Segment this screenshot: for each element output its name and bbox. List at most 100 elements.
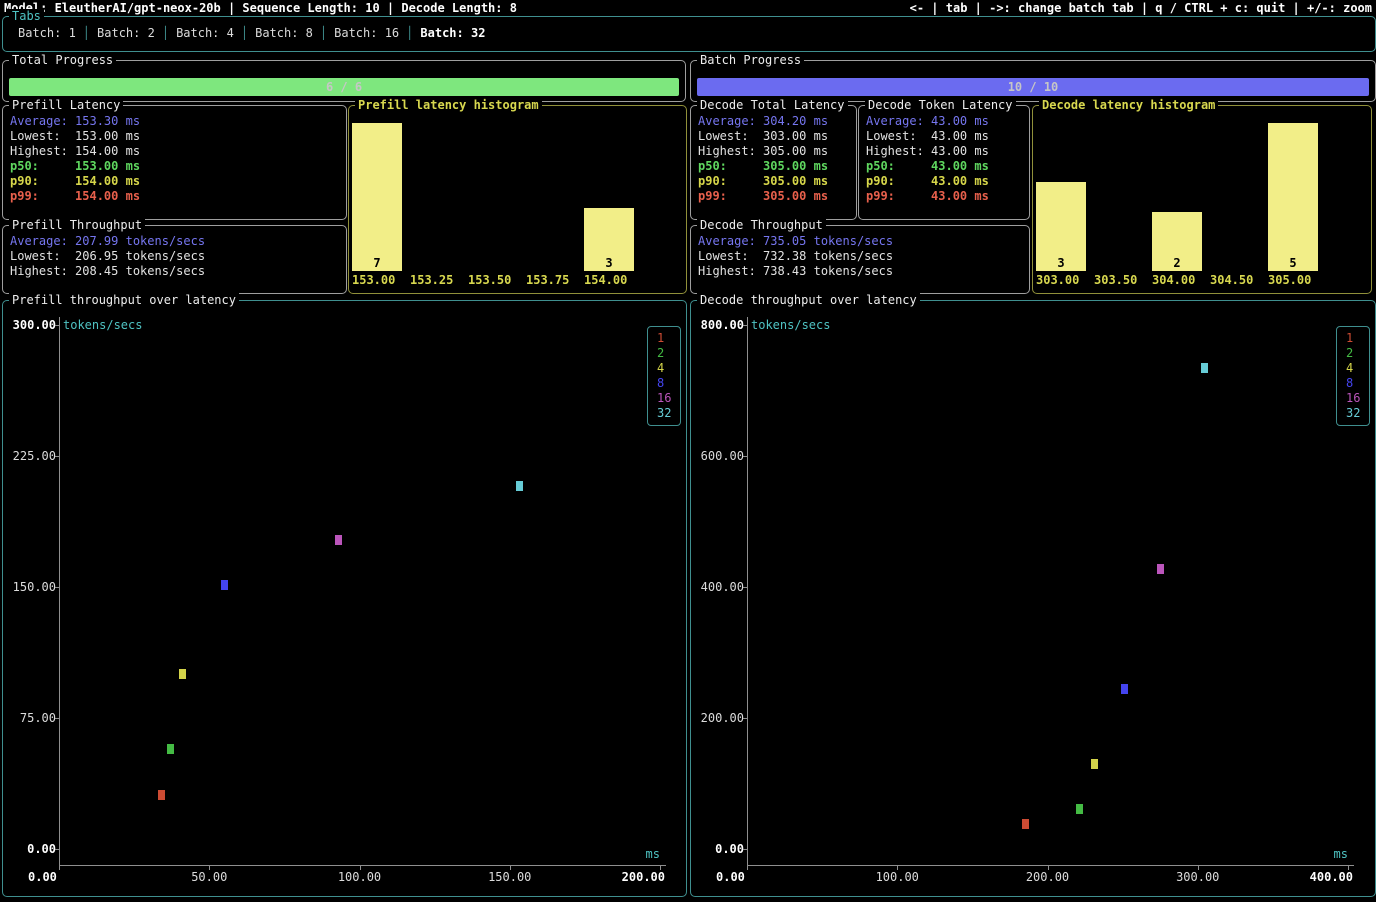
decode-total-latency-row: p99: 305.00 ms bbox=[698, 189, 853, 204]
app-root: Model: EleutherAI/gpt-neox-20b | Sequenc… bbox=[0, 0, 1376, 902]
tab-separator: │ bbox=[241, 26, 248, 40]
hist-tick-label: 303.00 bbox=[1036, 273, 1086, 287]
tabs-panel-title: Tabs bbox=[9, 9, 44, 24]
x-tick-label: 50.00 bbox=[187, 870, 231, 884]
tab-batch-1[interactable]: Batch: 1 bbox=[11, 26, 83, 40]
y-tick-label: 800.00 bbox=[696, 318, 744, 332]
y-tick-mark bbox=[743, 718, 747, 719]
scatter-point-batch-4 bbox=[1091, 759, 1098, 769]
prefill-throughput-title: Prefill Throughput bbox=[9, 218, 145, 233]
prefill-histogram-plot: 153.007153.25153.50153.75154.003 bbox=[350, 107, 685, 292]
prefill-latency-row: p50: 153.00 ms bbox=[10, 159, 343, 174]
legend-entry-batch-32: 32 bbox=[1346, 406, 1362, 421]
tab-batch-8[interactable]: Batch: 8 bbox=[248, 26, 320, 40]
y-tick-label: 150.00 bbox=[8, 580, 56, 594]
batch-progress-title: Batch Progress bbox=[697, 53, 804, 68]
x-tick-mark bbox=[747, 866, 748, 870]
hist-tick-label: 304.50 bbox=[1210, 273, 1260, 287]
decode-scatter-plot: tokens/secsms0.00200.00400.00600.00800.0… bbox=[692, 302, 1374, 895]
tabs-panel: Tabs Batch: 1│Batch: 2│Batch: 4│Batch: 8… bbox=[2, 16, 1376, 52]
total-progress-panel: Total Progress 6 / 6 bbox=[2, 60, 686, 102]
x-tick-label: 200.00 bbox=[1026, 870, 1070, 884]
hist-tick-label: 153.50 bbox=[468, 273, 518, 287]
decode-throughput-stats: Average: 735.05 tokens/secsLowest: 732.3… bbox=[698, 234, 1026, 279]
decode-token-latency-stats: Average: 43.00 msLowest: 43.00 msHighest… bbox=[866, 114, 1026, 204]
decode-histogram-plot: 303.003303.50304.002304.50305.005 bbox=[1034, 107, 1370, 292]
hist-bar bbox=[352, 123, 402, 271]
model-info: Model: EleutherAI/gpt-neox-20b | Sequenc… bbox=[4, 1, 517, 15]
legend-entry-batch-1: 1 bbox=[1346, 331, 1362, 346]
hist-bar bbox=[1268, 123, 1318, 271]
prefill-latency-panel: Prefill Latency Average: 153.30 msLowest… bbox=[2, 105, 347, 220]
y-tick-mark bbox=[55, 718, 59, 719]
decode-throughput-row: Lowest: 732.38 tokens/secs bbox=[698, 249, 1026, 264]
decode-total-latency-row: Highest: 305.00 ms bbox=[698, 144, 853, 159]
y-tick-label: 600.00 bbox=[696, 449, 744, 463]
x-tick-mark bbox=[209, 866, 210, 870]
y-axis bbox=[747, 317, 748, 866]
scatter-point-batch-16 bbox=[1157, 564, 1164, 574]
y-tick-mark bbox=[55, 456, 59, 457]
total-progress-title: Total Progress bbox=[9, 53, 116, 68]
tab-separator: │ bbox=[406, 26, 413, 40]
decode-token-latency-row: p90: 43.00 ms bbox=[866, 174, 1026, 189]
legend-entry-batch-1: 1 bbox=[657, 331, 673, 346]
y-tick-mark bbox=[55, 325, 59, 326]
hist-tick-label: 305.00 bbox=[1268, 273, 1318, 287]
prefill-throughput-stats: Average: 207.99 tokens/secsLowest: 206.9… bbox=[10, 234, 343, 279]
y-axis bbox=[59, 317, 60, 866]
prefill-throughput-panel: Prefill Throughput Average: 207.99 token… bbox=[2, 225, 347, 294]
x-axis bbox=[747, 865, 1354, 866]
x-tick-label: 100.00 bbox=[338, 870, 382, 884]
hist-bar-count: 3 bbox=[584, 256, 634, 271]
hist-bar-count: 3 bbox=[1036, 256, 1086, 271]
y-tick-label: 300.00 bbox=[8, 318, 56, 332]
decode-token-latency-row: Lowest: 43.00 ms bbox=[866, 129, 1026, 144]
prefill-throughput-row: Highest: 208.45 tokens/secs bbox=[10, 264, 343, 279]
y-tick-label: 75.00 bbox=[8, 711, 56, 725]
x-tick-label: 150.00 bbox=[488, 870, 532, 884]
hist-tick-label: 153.25 bbox=[410, 273, 460, 287]
legend-entry-batch-4: 4 bbox=[1346, 361, 1362, 376]
x-tick-mark bbox=[897, 866, 898, 870]
y-tick-label: 400.00 bbox=[696, 580, 744, 594]
scatter-point-batch-8 bbox=[221, 580, 228, 590]
x-tick-label: 100.00 bbox=[875, 870, 919, 884]
y-tick-mark bbox=[743, 456, 747, 457]
hist-tick-label: 153.75 bbox=[526, 273, 576, 287]
prefill-latency-row: Average: 153.30 ms bbox=[10, 114, 343, 129]
decode-token-latency-row: Average: 43.00 ms bbox=[866, 114, 1026, 129]
tab-separator: │ bbox=[83, 26, 90, 40]
tab-batch-32[interactable]: Batch: 32 bbox=[413, 26, 492, 40]
prefill-latency-row: p90: 154.00 ms bbox=[10, 174, 343, 189]
tab-batch-2[interactable]: Batch: 2 bbox=[90, 26, 162, 40]
legend-entry-batch-8: 8 bbox=[657, 376, 673, 391]
y-tick-mark bbox=[55, 587, 59, 588]
decode-token-latency-row: p99: 43.00 ms bbox=[866, 189, 1026, 204]
batch-progress-bar: 10 / 10 bbox=[697, 78, 1369, 96]
decode-token-latency-title: Decode Token Latency bbox=[865, 98, 1016, 113]
scatter-point-batch-1 bbox=[158, 790, 165, 800]
y-tick-label: 0.00 bbox=[8, 842, 56, 856]
tab-batch-16[interactable]: Batch: 16 bbox=[327, 26, 406, 40]
decode-total-latency-row: p90: 305.00 ms bbox=[698, 174, 853, 189]
y-tick-mark bbox=[743, 849, 747, 850]
prefill-scatter-panel: Prefill throughput over latency tokens/s… bbox=[2, 300, 687, 897]
y-tick-label: 0.00 bbox=[696, 842, 744, 856]
batch-tab-bar: Batch: 1│Batch: 2│Batch: 4│Batch: 8│Batc… bbox=[11, 26, 492, 40]
y-tick-mark bbox=[55, 849, 59, 850]
x-tick-mark bbox=[660, 866, 661, 870]
decode-total-latency-row: Lowest: 303.00 ms bbox=[698, 129, 853, 144]
scatter-point-batch-2 bbox=[1076, 804, 1083, 814]
x-tick-label: 0.00 bbox=[716, 870, 745, 884]
prefill-throughput-row: Lowest: 206.95 tokens/secs bbox=[10, 249, 343, 264]
hist-tick-label: 303.50 bbox=[1094, 273, 1144, 287]
y-axis-unit-label: tokens/secs bbox=[751, 318, 830, 332]
tab-batch-4[interactable]: Batch: 4 bbox=[169, 26, 241, 40]
prefill-histogram-panel: Prefill latency histogram 153.007153.251… bbox=[348, 105, 687, 294]
scatter-point-batch-32 bbox=[516, 481, 523, 491]
decode-total-latency-panel: Decode Total Latency Average: 304.20 msL… bbox=[690, 105, 857, 220]
y-tick-label: 200.00 bbox=[696, 711, 744, 725]
hist-tick-label: 154.00 bbox=[584, 273, 634, 287]
decode-total-latency-title: Decode Total Latency bbox=[697, 98, 848, 113]
